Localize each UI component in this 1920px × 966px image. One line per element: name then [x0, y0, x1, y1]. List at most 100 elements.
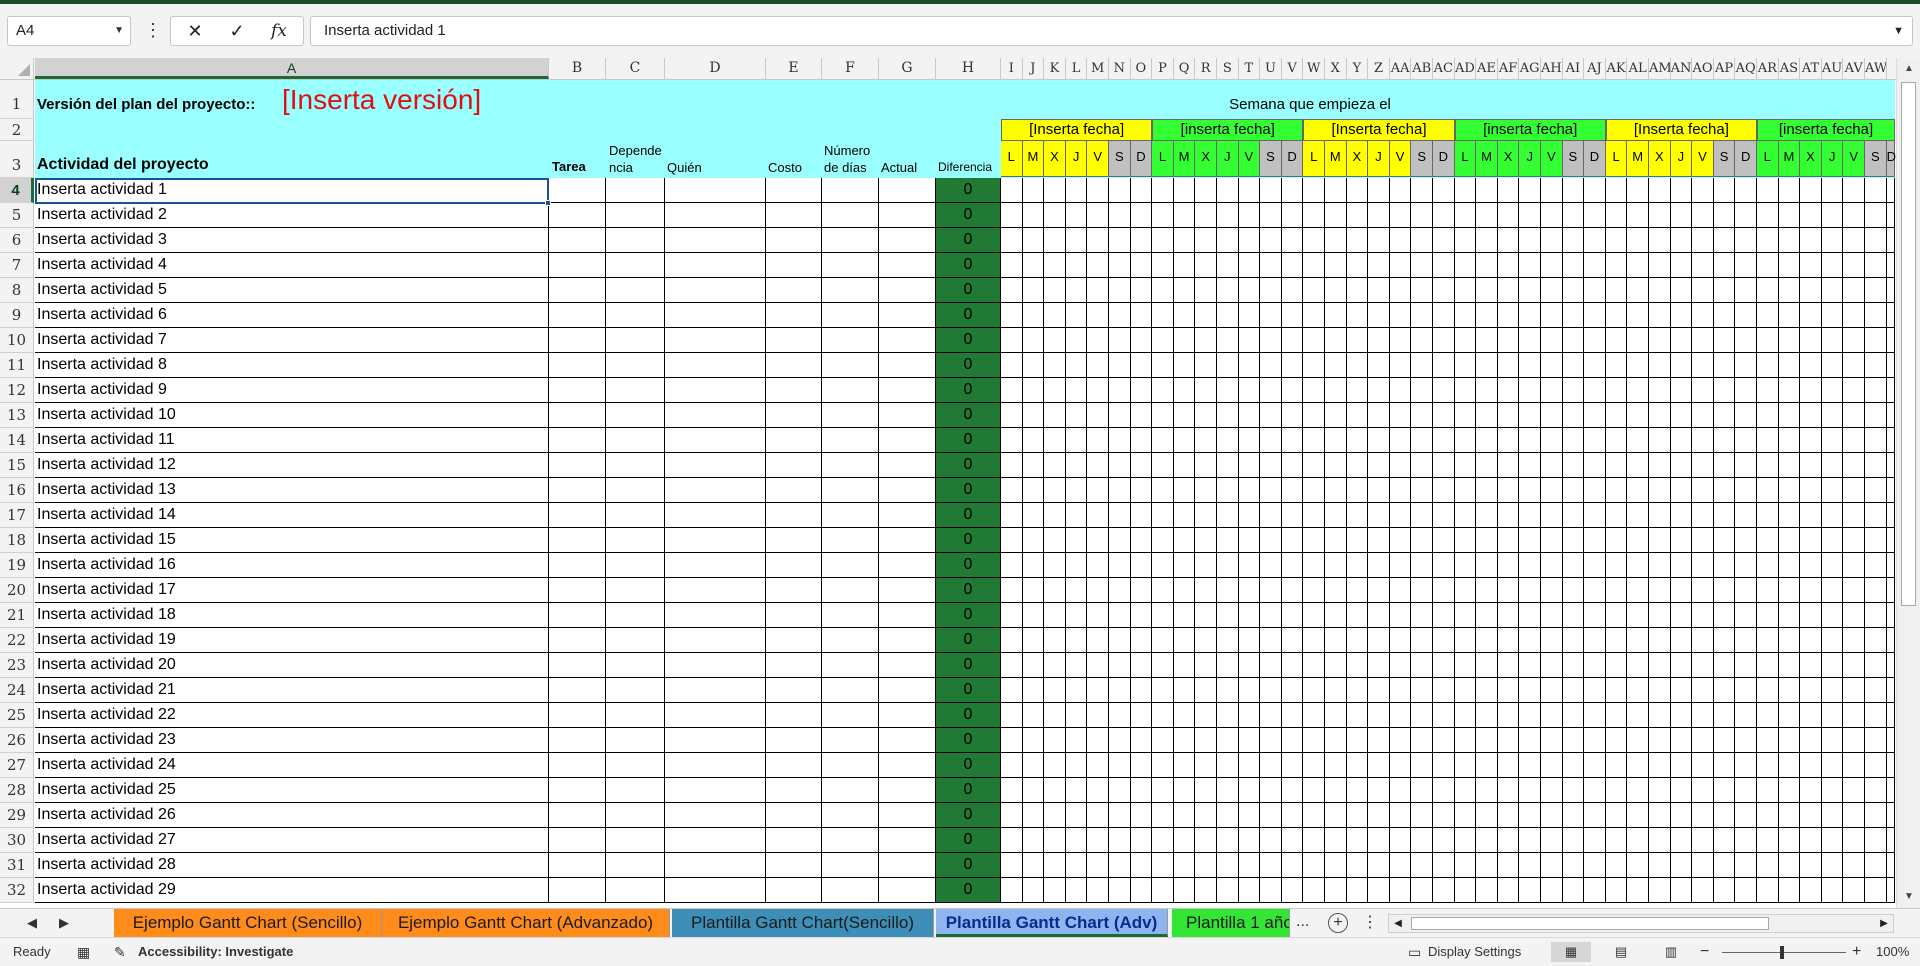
tarea-cell[interactable] [549, 678, 606, 703]
costo-cell[interactable] [766, 378, 822, 403]
numero-dias-cell[interactable] [822, 528, 879, 553]
numero-dias-cell[interactable] [822, 728, 879, 753]
gantt-cell[interactable] [1433, 728, 1455, 753]
gantt-cell[interactable] [1389, 478, 1412, 503]
gantt-cell[interactable] [1670, 453, 1693, 478]
gantt-cell[interactable] [1778, 778, 1801, 803]
gantt-cell[interactable] [1217, 778, 1239, 803]
gantt-cell[interactable] [1065, 653, 1088, 678]
gantt-cell[interactable] [1325, 528, 1347, 553]
gantt-cell[interactable] [1433, 603, 1455, 628]
quien-cell[interactable] [665, 553, 766, 578]
gantt-cell[interactable] [1260, 178, 1282, 203]
gantt-cell[interactable] [1562, 803, 1585, 828]
gantt-cell[interactable] [1044, 503, 1066, 528]
gantt-cell[interactable] [1152, 678, 1174, 703]
gantt-cell[interactable] [1065, 203, 1088, 228]
gantt-cell[interactable] [1281, 753, 1304, 778]
row-header-11[interactable]: 11 [0, 353, 34, 378]
sheet-tab[interactable]: Ejemplo Gantt Chart (Advanzado) [382, 909, 670, 937]
row-header-23[interactable]: 23 [0, 653, 34, 678]
gantt-cell[interactable] [1821, 478, 1844, 503]
gantt-cell[interactable] [1022, 853, 1045, 878]
gantt-cell[interactable] [1065, 178, 1088, 203]
gantt-cell[interactable] [1217, 428, 1239, 453]
dependencia-cell[interactable] [606, 303, 665, 328]
gantt-cell[interactable] [1692, 703, 1714, 728]
gantt-cell[interactable] [1173, 703, 1196, 728]
diferencia-cell[interactable]: 0 [936, 453, 1001, 478]
gantt-cell[interactable] [1260, 378, 1282, 403]
gantt-cell[interactable] [1260, 603, 1282, 628]
gantt-cell[interactable] [1281, 228, 1304, 253]
gantt-cell[interactable] [1325, 428, 1347, 453]
gantt-cell[interactable] [1130, 203, 1153, 228]
gantt-cell[interactable] [1044, 378, 1066, 403]
gantt-cell[interactable] [1562, 178, 1585, 203]
gantt-cell[interactable] [1087, 578, 1109, 603]
gantt-cell[interactable] [1886, 828, 1895, 853]
gantt-cell[interactable] [1670, 478, 1693, 503]
gantt-cell[interactable] [1821, 803, 1844, 828]
gantt-cell[interactable] [1087, 553, 1109, 578]
gantt-cell[interactable] [1281, 278, 1304, 303]
diferencia-cell[interactable]: 0 [936, 403, 1001, 428]
gantt-cell[interactable] [1281, 603, 1304, 628]
normal-view-icon[interactable]: ▦ [1551, 942, 1591, 962]
gantt-cell[interactable] [1476, 278, 1498, 303]
gantt-cell[interactable] [1886, 778, 1895, 803]
gantt-cell[interactable] [1065, 528, 1088, 553]
quien-cell[interactable] [665, 678, 766, 703]
gantt-cell[interactable] [1454, 603, 1477, 628]
gantt-cell[interactable] [1670, 728, 1693, 753]
gantt-cell[interactable] [1303, 353, 1325, 378]
diferencia-cell[interactable]: 0 [936, 228, 1001, 253]
gantt-cell[interactable] [1865, 203, 1887, 228]
actual-cell[interactable] [879, 253, 936, 278]
gantt-cell[interactable] [1368, 303, 1390, 328]
gantt-cell[interactable] [1065, 728, 1088, 753]
gantt-cell[interactable] [1087, 803, 1109, 828]
dependencia-cell[interactable] [606, 203, 665, 228]
gantt-cell[interactable] [1713, 203, 1736, 228]
gantt-cell[interactable] [1044, 253, 1066, 278]
gantt-cell[interactable] [1001, 753, 1023, 778]
gantt-cell[interactable] [1605, 378, 1628, 403]
costo-cell[interactable] [766, 203, 822, 228]
gantt-cell[interactable] [1065, 453, 1088, 478]
scroll-up-icon[interactable]: ▲ [1897, 60, 1920, 78]
row-header-22[interactable]: 22 [0, 628, 34, 653]
gantt-cell[interactable] [1346, 428, 1369, 453]
actual-cell[interactable] [879, 753, 936, 778]
gantt-cell[interactable] [1670, 378, 1693, 403]
gantt-cell[interactable] [1152, 178, 1174, 203]
gantt-cell[interactable] [1065, 553, 1088, 578]
gantt-cell[interactable] [1821, 328, 1844, 353]
gantt-cell[interactable] [1325, 778, 1347, 803]
gantt-cell[interactable] [1368, 253, 1390, 278]
tarea-cell[interactable] [549, 403, 606, 428]
gantt-cell[interactable] [1173, 628, 1196, 653]
dependencia-cell[interactable] [606, 778, 665, 803]
gantt-cell[interactable] [1692, 328, 1714, 353]
gantt-cell[interactable] [1346, 753, 1369, 778]
gantt-cell[interactable] [1627, 678, 1649, 703]
quien-cell[interactable] [665, 528, 766, 553]
gantt-cell[interactable] [1001, 728, 1023, 753]
gantt-cell[interactable] [1541, 728, 1563, 753]
gantt-cell[interactable] [1843, 853, 1865, 878]
gantt-cell[interactable] [1325, 478, 1347, 503]
gantt-cell[interactable] [1281, 428, 1304, 453]
tarea-cell[interactable] [549, 478, 606, 503]
gantt-cell[interactable] [1001, 203, 1023, 228]
gantt-cell[interactable] [1886, 528, 1895, 553]
gantt-cell[interactable] [1368, 753, 1390, 778]
gantt-cell[interactable] [1325, 803, 1347, 828]
gantt-cell[interactable] [1757, 778, 1779, 803]
display-settings-icon[interactable]: ▭ [1408, 938, 1421, 966]
gantt-cell[interactable] [1865, 178, 1887, 203]
column-header-ab[interactable]: AB [1411, 58, 1433, 79]
gantt-cell[interactable] [1649, 528, 1671, 553]
gantt-cell[interactable] [1454, 703, 1477, 728]
quien-cell[interactable] [665, 228, 766, 253]
